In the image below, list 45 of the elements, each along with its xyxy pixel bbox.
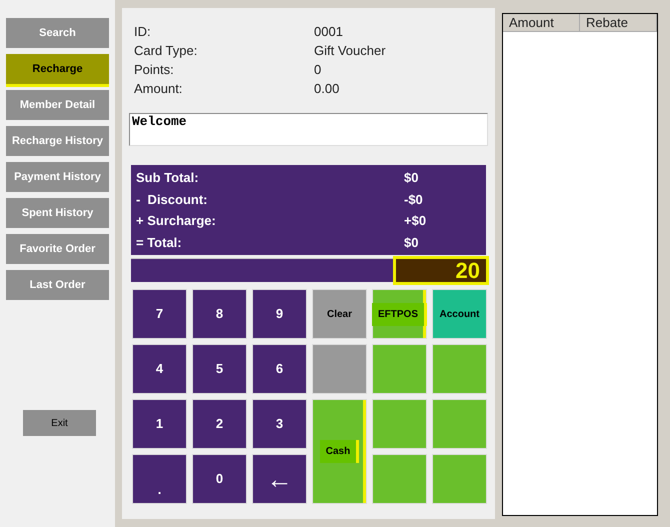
number-key[interactable]: 3: [252, 399, 307, 449]
number-key[interactable]: 0: [192, 454, 247, 504]
number-key[interactable]: 9: [252, 289, 307, 339]
total-value: $0: [404, 169, 418, 187]
number-key[interactable]: 1: [132, 399, 187, 449]
blank-key[interactable]: [372, 454, 427, 504]
info-label: ID:: [134, 23, 152, 41]
blank-key[interactable]: [432, 454, 487, 504]
number-key[interactable]: ←: [252, 454, 307, 504]
number-key[interactable]: 7: [132, 289, 187, 339]
column-header[interactable]: Amount: [503, 14, 580, 31]
number-key[interactable]: 2: [192, 399, 247, 449]
number-key[interactable]: .: [132, 454, 187, 504]
exit-button[interactable]: Exit: [23, 410, 96, 436]
entry-value: 20: [396, 259, 486, 282]
total-label: Sub Total:: [136, 169, 200, 187]
blank-key[interactable]: [372, 344, 427, 394]
number-key[interactable]: 5: [192, 344, 247, 394]
column-header[interactable]: Rebate: [580, 14, 657, 31]
info-value: Gift Voucher: [314, 42, 387, 60]
blank-key[interactable]: [432, 344, 487, 394]
function-key[interactable]: Account: [432, 289, 487, 339]
sidebar-button[interactable]: Recharge: [6, 54, 109, 84]
info-label: Card Type:: [134, 42, 198, 60]
total-value: $0: [404, 234, 418, 252]
function-key[interactable]: EFTPOS: [372, 289, 427, 339]
info-label: Amount:: [134, 80, 184, 98]
blank-key[interactable]: [312, 344, 367, 394]
total-value: -$0: [404, 190, 423, 208]
blank-key[interactable]: [372, 399, 427, 449]
number-key[interactable]: 6: [252, 344, 307, 394]
number-key[interactable]: 8: [192, 289, 247, 339]
message-box[interactable]: Welcome: [129, 113, 488, 146]
info-value: 0001: [314, 23, 344, 41]
info-value: 0: [314, 61, 322, 79]
number-key[interactable]: 4: [132, 344, 187, 394]
function-key[interactable]: Clear: [312, 289, 367, 339]
total-label: + Surcharge:: [136, 212, 217, 230]
function-key[interactable]: Cash: [312, 399, 367, 504]
total-label: = Total:: [136, 234, 183, 252]
total-value: +$0: [404, 212, 426, 230]
info-value: 0.00: [314, 80, 340, 98]
info-label: Points:: [134, 61, 175, 79]
blank-key[interactable]: [432, 399, 487, 449]
total-label: - Discount:: [136, 190, 208, 208]
